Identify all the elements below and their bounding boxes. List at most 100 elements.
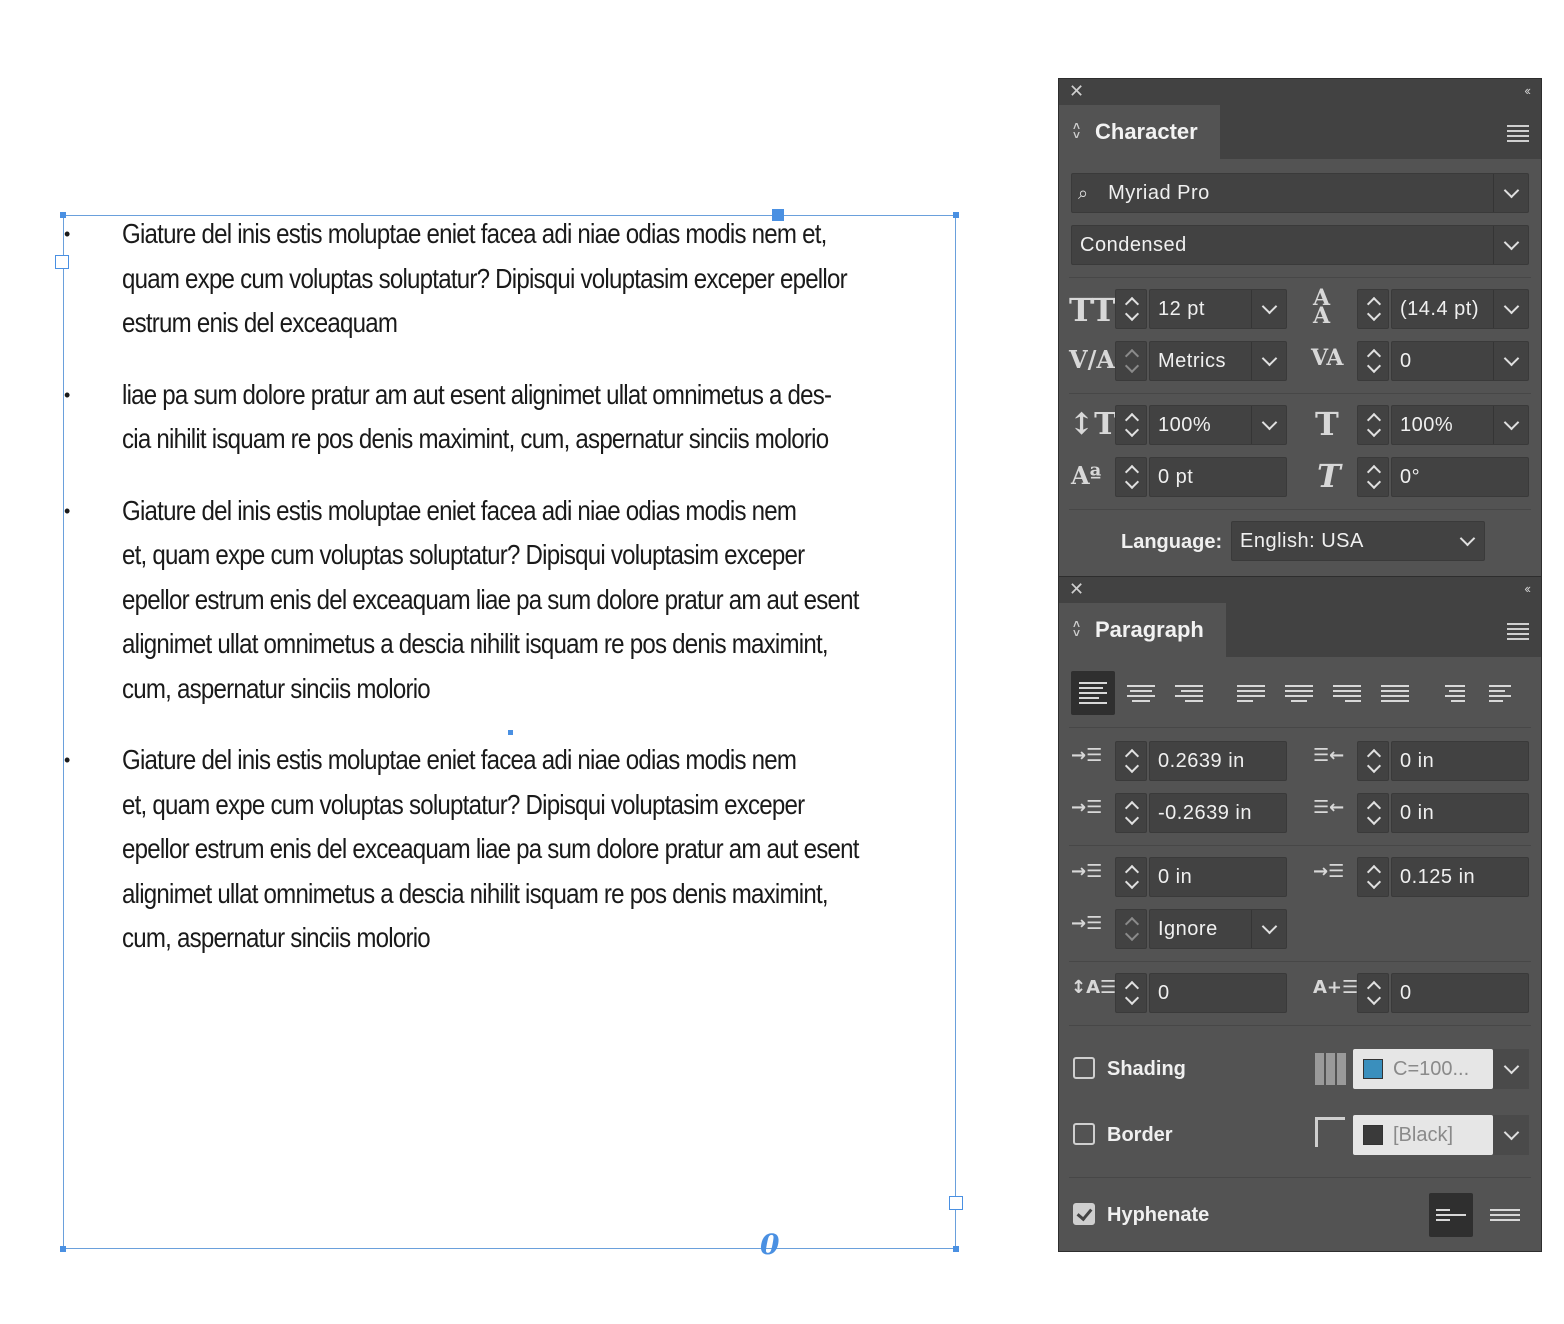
chevron-down-icon[interactable] [1493, 1049, 1529, 1089]
chevron-down-icon[interactable] [1251, 342, 1286, 380]
chevron-down-icon[interactable] [1493, 174, 1528, 212]
panel-titlebar: ✕ ‹‹ [1059, 577, 1541, 603]
tracking-value: 0 [1400, 349, 1412, 372]
frame-handle-bottom-right[interactable] [953, 1246, 959, 1252]
vertical-scale-stepper[interactable] [1115, 405, 1147, 445]
chevron-down-icon[interactable] [1251, 910, 1286, 948]
space-before-stepper[interactable] [1115, 857, 1147, 897]
in-port[interactable] [55, 255, 69, 269]
panel-menu-icon[interactable] [1507, 623, 1529, 643]
justify-all-button[interactable] [1373, 671, 1417, 715]
space-after-stepper[interactable] [1357, 857, 1389, 897]
tab-row: ˄ ˅ Paragraph [1059, 603, 1541, 657]
font-size-field[interactable]: 12 pt [1149, 289, 1287, 329]
collapse-icon[interactable]: ‹‹ [1524, 581, 1531, 596]
border-color-value: [Black] [1393, 1123, 1454, 1146]
font-size-value: 12 pt [1158, 297, 1205, 320]
story-line: cum, aspernatur sinciis molorio [122, 672, 431, 704]
story-line: quam expe cum voluptas soluptatur? Dipis… [122, 262, 848, 294]
story-paragraph: • Giature del inis estis moluptae eniet f… [64, 489, 982, 712]
align-right-button[interactable] [1167, 671, 1211, 715]
space-after-field[interactable]: 0.125 in [1391, 857, 1529, 897]
justify-center-button[interactable] [1277, 671, 1321, 715]
skew-stepper[interactable] [1357, 457, 1389, 497]
border-label: Border [1107, 1124, 1173, 1146]
language-dropdown[interactable]: English: USA [1231, 521, 1485, 561]
chevron-down-icon[interactable] [1493, 406, 1528, 444]
horizontal-scale-icon: T [1315, 405, 1339, 443]
kerning-stepper[interactable] [1115, 341, 1147, 381]
justify-left-button[interactable] [1229, 671, 1273, 715]
right-indent-stepper[interactable] [1357, 741, 1389, 781]
chevron-down-icon[interactable] [1493, 342, 1528, 380]
kerning-field[interactable]: Metrics [1149, 341, 1287, 381]
drop-cap-lines-field[interactable]: 0 [1149, 973, 1287, 1013]
drop-cap-chars-field[interactable]: 0 [1391, 973, 1529, 1013]
space-before-field[interactable]: 0 in [1149, 857, 1287, 897]
justify-right-button[interactable] [1325, 671, 1369, 715]
paragraph-composer-button[interactable] [1483, 1193, 1527, 1237]
chevron-down-icon[interactable] [1450, 522, 1484, 560]
left-indent-field[interactable]: 0.2639 in [1149, 741, 1287, 781]
search-icon: ⌕ [1078, 182, 1089, 203]
kerning-icon: V/A [1069, 345, 1116, 374]
horizontal-scale-stepper[interactable] [1357, 405, 1389, 445]
leading-stepper[interactable] [1357, 289, 1389, 329]
chevron-down-icon[interactable] [1493, 1115, 1529, 1155]
hyphenate-checkbox[interactable] [1073, 1203, 1095, 1225]
story-line: alignimet ullat omnimetus a descia nihil… [122, 877, 829, 909]
leading-field[interactable]: (14.4 pt) [1391, 289, 1529, 329]
shading-grid-icon[interactable] [1315, 1053, 1347, 1085]
baseline-shift-stepper[interactable] [1115, 457, 1147, 497]
align-to-grid-dropdown[interactable]: Ignore [1149, 909, 1287, 949]
chevron-down-icon[interactable] [1251, 406, 1286, 444]
chevron-down-icon[interactable] [1251, 290, 1286, 328]
shading-checkbox[interactable] [1073, 1057, 1095, 1079]
last-line-indent-field[interactable]: 0 in [1391, 793, 1529, 833]
align-to-grid-stepper[interactable] [1115, 909, 1147, 949]
out-port[interactable] [949, 1196, 963, 1210]
horizontal-scale-field[interactable]: 100% [1391, 405, 1529, 445]
close-icon[interactable]: ✕ [1069, 81, 1084, 102]
drop-cap-chars-stepper[interactable] [1357, 973, 1389, 1013]
baseline-shift-field[interactable]: 0 pt [1149, 457, 1287, 497]
frame-handle-bottom-left[interactable] [60, 1246, 66, 1252]
chevron-down-icon[interactable] [1493, 290, 1528, 328]
tracking-field[interactable]: 0 [1391, 341, 1529, 381]
right-indent-field[interactable]: 0 in [1391, 741, 1529, 781]
chevron-down-icon[interactable] [1493, 226, 1528, 264]
shading-color-field[interactable]: C=100... [1353, 1049, 1493, 1089]
font-style-dropdown[interactable]: Condensed [1071, 225, 1529, 265]
border-corner-icon[interactable] [1315, 1117, 1345, 1147]
collapse-icon[interactable]: ‹‹ [1524, 83, 1531, 98]
border-color-field[interactable]: [Black] [1353, 1115, 1493, 1155]
tracking-stepper[interactable] [1357, 341, 1389, 381]
last-line-indent-stepper[interactable] [1357, 793, 1389, 833]
vertical-scale-field[interactable]: 100% [1149, 405, 1287, 445]
tab-character[interactable]: ˄ ˅ Character [1059, 105, 1220, 159]
drop-cap-lines-stepper[interactable] [1115, 973, 1147, 1013]
first-line-indent-field[interactable]: -0.2639 in [1149, 793, 1287, 833]
font-family-dropdown[interactable]: ⌕ Myriad Pro [1071, 173, 1529, 213]
border-checkbox[interactable] [1073, 1123, 1095, 1145]
align-left-button[interactable] [1071, 671, 1115, 715]
align-towards-spine-button[interactable] [1433, 671, 1477, 715]
tab-paragraph[interactable]: ˄ ˅ Paragraph [1059, 603, 1226, 657]
left-indent-value: 0.2639 in [1158, 749, 1245, 772]
first-line-indent-stepper[interactable] [1115, 793, 1147, 833]
font-size-stepper[interactable] [1115, 289, 1147, 329]
story-text[interactable]: • Giature del inis estis moluptae eniet f… [64, 212, 982, 988]
story-line: Giature del inis estis moluptae eniet fa… [122, 218, 827, 249]
left-indent-stepper[interactable] [1115, 741, 1147, 781]
align-center-button[interactable] [1119, 671, 1163, 715]
single-line-composer-button[interactable] [1429, 1193, 1473, 1237]
last-line-indent-icon: ☰← [1313, 797, 1345, 818]
story-line: cum, aspernatur sinciis molorio [122, 922, 431, 953]
align-away-from-spine-button[interactable] [1481, 671, 1525, 715]
vertical-scale-value: 100% [1158, 413, 1212, 436]
overset-marker[interactable]: 0 [760, 1228, 779, 1261]
close-icon[interactable]: ✕ [1069, 579, 1084, 600]
story-line: liae pa sum dolore pratur am aut esent a… [122, 378, 832, 410]
panel-menu-icon[interactable] [1507, 125, 1529, 145]
skew-field[interactable]: 0° [1391, 457, 1529, 497]
